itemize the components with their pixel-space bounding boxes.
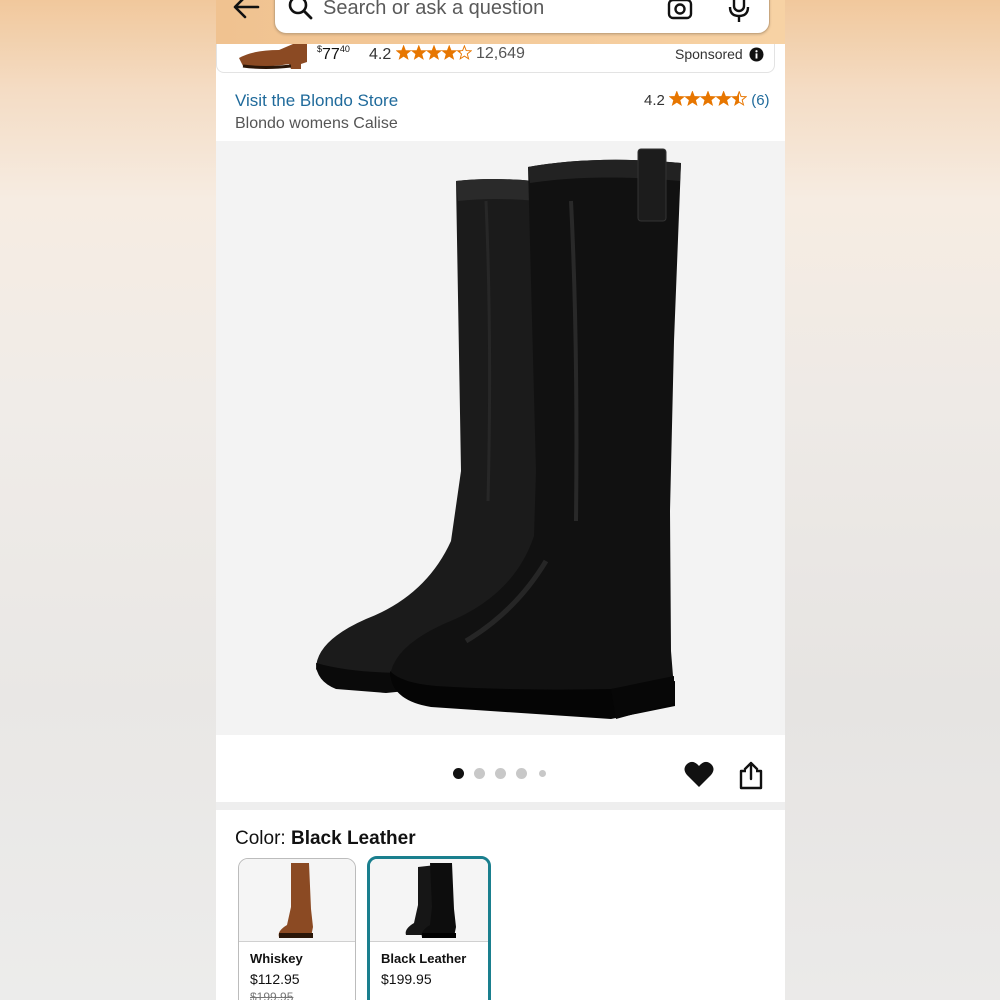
swatch-separator bbox=[239, 941, 355, 942]
section-divider bbox=[216, 802, 785, 810]
product-title: Blondo womens Calise bbox=[235, 115, 398, 132]
product-rating-value: 4.2 bbox=[644, 92, 665, 109]
carousel-dot[interactable] bbox=[539, 770, 546, 777]
swatch-price: $199.95 bbox=[381, 971, 432, 987]
sponsored-product-thumbnail bbox=[239, 44, 307, 69]
store-link[interactable]: Visit the Blondo Store bbox=[235, 91, 398, 111]
star-icon bbox=[410, 45, 427, 60]
heart-icon[interactable] bbox=[684, 760, 714, 788]
carousel-dot[interactable] bbox=[453, 768, 464, 779]
star-icon bbox=[456, 45, 472, 60]
background-right bbox=[785, 0, 1000, 1000]
background-left bbox=[0, 0, 216, 1000]
star-icon bbox=[684, 91, 701, 107]
black-boot-thumbnail bbox=[370, 859, 488, 941]
search-icon bbox=[288, 0, 313, 20]
search-input[interactable]: Search or ask a question bbox=[323, 0, 544, 20]
carousel-dot[interactable] bbox=[516, 768, 527, 779]
star-icon bbox=[395, 45, 412, 60]
sponsored-rating: 4.2 bbox=[369, 45, 472, 64]
star-icon bbox=[440, 45, 457, 60]
sponsored-label: Sponsored bbox=[675, 46, 743, 62]
carousel-dot[interactable] bbox=[474, 768, 485, 779]
color-heading: Color: Black Leather bbox=[235, 828, 416, 850]
star-icon bbox=[669, 91, 686, 107]
product-rating-stars bbox=[669, 91, 748, 107]
top-bar: Search or ask a question bbox=[216, 0, 785, 44]
microphone-icon[interactable] bbox=[727, 0, 751, 23]
info-icon[interactable] bbox=[749, 47, 764, 62]
product-rating[interactable]: 4.2 (6) bbox=[644, 91, 770, 109]
sponsored-rating-value: 4.2 bbox=[369, 46, 392, 63]
boots-image bbox=[316, 148, 681, 719]
star-icon bbox=[699, 91, 717, 107]
search-bar[interactable]: Search or ask a question bbox=[274, 0, 770, 34]
color-option-whiskey[interactable]: Whiskey $112.95 $199.95 bbox=[238, 858, 356, 1000]
color-selected-value: Black Leather bbox=[290, 828, 416, 849]
back-arrow-icon[interactable] bbox=[230, 0, 262, 22]
sponsored-rating-stars bbox=[395, 45, 472, 60]
product-review-count[interactable]: (6) bbox=[751, 92, 769, 109]
swatch-name: Black Leather bbox=[381, 951, 467, 966]
sponsored-product-strip[interactable]: $7740 4.2 12,649 Sponsored bbox=[216, 44, 775, 73]
color-label: Color: bbox=[235, 828, 291, 849]
star-icon bbox=[425, 45, 442, 60]
app-screen: Search or ask a question $7740 4.2 12,64… bbox=[216, 0, 785, 1000]
color-option-black-leather[interactable]: Black Leather $199.95 bbox=[367, 856, 491, 1000]
carousel-dot[interactable] bbox=[495, 768, 506, 779]
swatch-name: Whiskey bbox=[250, 951, 303, 966]
whiskey-boot-thumbnail bbox=[239, 859, 355, 941]
swatch-price: $112.95 bbox=[250, 971, 300, 987]
star-icon bbox=[715, 91, 732, 107]
swatch-separator bbox=[370, 941, 488, 942]
camera-icon[interactable] bbox=[667, 0, 693, 21]
sponsored-price-fraction: 40 bbox=[339, 44, 350, 54]
swatch-old-price: $199.95 bbox=[250, 990, 294, 1000]
sponsored-price-whole: 77 bbox=[322, 46, 340, 63]
sponsored-review-count: 12,649 bbox=[476, 45, 525, 62]
sponsored-price: $7740 bbox=[317, 44, 350, 63]
star-icon bbox=[730, 91, 748, 107]
share-icon[interactable] bbox=[738, 760, 764, 790]
product-image[interactable] bbox=[216, 141, 785, 735]
